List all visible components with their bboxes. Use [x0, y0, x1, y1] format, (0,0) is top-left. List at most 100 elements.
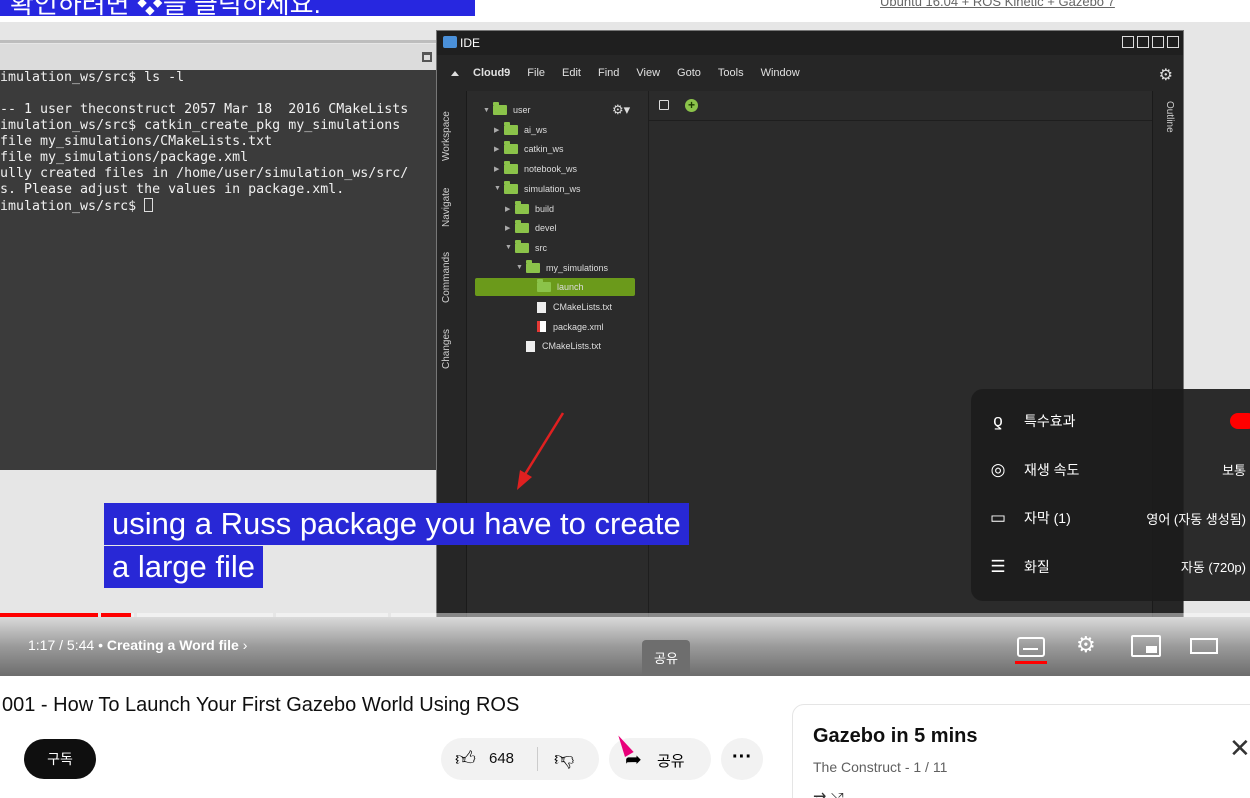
quality-icon: ☰ — [990, 556, 1006, 576]
collapse-icon[interactable] — [451, 70, 459, 76]
tab-changes[interactable]: Changes — [441, 329, 452, 369]
special-effects-toggle[interactable] — [1230, 413, 1250, 429]
settings-item[interactable]: ▭ 자막 (1) 영어 (자동 생성됨) — [971, 494, 1250, 542]
editor-tabbar: + — [649, 91, 1152, 121]
folder-icon — [504, 121, 518, 135]
terminal-line: imulation_ws/src$ catkin_create_pkg my_s… — [0, 118, 401, 133]
tree-item[interactable]: CMakeLists.txt — [527, 298, 612, 316]
tree-item[interactable]: ▼ src — [505, 239, 547, 257]
settings-item[interactable]: ◎ 재생 속도 보통 — [971, 446, 1250, 494]
window-icon[interactable] — [659, 100, 669, 110]
close-icon[interactable] — [1167, 36, 1179, 48]
chevron-down-icon[interactable]: ▼ — [505, 244, 515, 251]
chapter-title[interactable]: Creating a Word file — [107, 637, 239, 653]
tree-item[interactable]: launch — [475, 278, 635, 297]
file-icon — [537, 301, 546, 313]
terminal-line: -- 1 user theconstruct 2057 Mar 18 2016 … — [0, 102, 409, 117]
chevron-right-icon[interactable]: ▶ — [505, 205, 515, 213]
tab-outline[interactable]: Outline — [1164, 101, 1175, 133]
chevron-down-icon[interactable]: ▼ — [494, 185, 504, 192]
tree-item-label: package.xml — [553, 321, 604, 332]
close-icon[interactable]: ✕ — [1229, 733, 1250, 764]
restore-icon[interactable] — [1122, 36, 1134, 48]
chevron-right-icon[interactable]: ▶ — [494, 126, 504, 134]
tab-workspace[interactable]: Workspace — [441, 111, 452, 161]
red-arrow-annotation — [517, 412, 565, 490]
caption-line-2: a large file — [104, 546, 264, 588]
tree-item[interactable]: ▼ user — [483, 101, 531, 119]
menu-find[interactable]: Find — [598, 67, 619, 79]
settings-item[interactable]: ☰ 화질 자동 (720p) — [971, 543, 1250, 591]
menu-cloud9[interactable]: Cloud9 — [473, 67, 510, 79]
theater-mode-icon[interactable] — [1190, 638, 1218, 654]
tree-item[interactable]: ▶ ai_ws — [494, 121, 547, 139]
like-icon[interactable]: 👍︎ — [455, 747, 476, 771]
ide-title: IDE — [460, 36, 481, 50]
minimize-icon[interactable] — [1137, 36, 1149, 48]
chevron-right-icon[interactable]: › — [243, 637, 248, 653]
terminal-cursor — [144, 198, 154, 212]
chevron-right-icon[interactable]: ▶ — [505, 224, 515, 232]
maximize-icon[interactable] — [1152, 36, 1164, 48]
tree-item-label: CMakeLists.txt — [553, 302, 613, 312]
chevron-down-icon[interactable]: ▼ — [483, 107, 493, 114]
slide-banner: 확인하려면 ❖을 클릭하세요. — [0, 0, 475, 16]
tab-commands[interactable]: Commands — [441, 252, 452, 303]
chevron-right-icon[interactable]: ▶ — [494, 145, 504, 153]
miniplayer-icon[interactable] — [1131, 635, 1161, 657]
video-player[interactable]: 확인하려면 ❖을 클릭하세요. Ubuntu 16.04 + ROS Kinet… — [0, 0, 1250, 676]
tree-settings-icon[interactable]: ⚙▾ — [612, 102, 630, 118]
menu-file[interactable]: File — [527, 67, 545, 79]
ide-titlebar: IDE — [437, 31, 1183, 55]
gear-icon[interactable]: ⚙ — [1159, 65, 1173, 85]
folder-icon — [504, 161, 518, 175]
file-tree: ⚙▾ ▼ user ▶ ai_ws ▶ catkin_ws ▶ notebook_ws ▼ sim… — [467, 91, 649, 629]
subtitles-icon[interactable] — [1017, 637, 1045, 657]
menu-window[interactable]: Window — [761, 67, 800, 79]
slide-top-right-text: Ubuntu 16.04 + ROS Kinetic + Gazebo 7 — [880, 0, 1115, 9]
menu-edit[interactable]: Edit — [562, 67, 581, 79]
cloud9-logo-icon — [443, 36, 457, 48]
folder-icon — [537, 279, 551, 293]
tree-item[interactable]: ▶ build — [505, 200, 554, 218]
file-icon — [537, 321, 546, 333]
terminal: imulation_ws/src$ ls -l -- 1 user thecons… — [0, 70, 436, 470]
settings-gear-icon[interactable]: ⚙ — [1076, 632, 1096, 658]
terminal-line: file my_simulations/package.xml — [0, 150, 249, 165]
progress-bar[interactable] — [0, 613, 1250, 617]
share-label: 공유 — [657, 753, 685, 770]
menu-tools[interactable]: Tools — [718, 67, 744, 79]
folder-icon — [515, 220, 529, 234]
tree-item[interactable]: ▼ simulation_ws — [494, 180, 581, 198]
like-count[interactable]: 648 — [489, 750, 514, 767]
chevron-down-icon[interactable]: ▼ — [516, 264, 526, 271]
subscribe-button[interactable]: 구독 — [24, 739, 96, 779]
file-icon — [526, 340, 535, 352]
tree-item[interactable]: ▶ devel — [505, 219, 557, 237]
playlist-title[interactable]: Gazebo in 5 mins — [813, 725, 977, 748]
settings-item-value: 보통 — [1222, 463, 1246, 478]
tree-item-label: CMakeLists.txt — [542, 341, 602, 352]
add-tab-icon[interactable]: + — [685, 99, 698, 112]
tree-item[interactable]: package.xml — [527, 318, 604, 336]
tree-item[interactable]: CMakeLists.txt — [516, 337, 601, 355]
more-actions-button[interactable]: ··· — [721, 738, 763, 780]
chevron-right-icon[interactable]: ▶ — [494, 165, 504, 173]
settings-item[interactable]: ƍ 특수효과 — [971, 397, 1250, 445]
tree-item[interactable]: ▶ notebook_ws — [494, 160, 577, 178]
share-tooltip: 공유 — [642, 640, 690, 676]
loop-shuffle-icons[interactable]: ⇄ ⤭ — [813, 789, 844, 798]
settings-item-value: 자동 (720p) — [1180, 560, 1246, 575]
terminal-line: ully created files in /home/user/simulat… — [0, 166, 409, 181]
playback-speed-icon: ◎ — [990, 459, 1006, 479]
tree-item[interactable]: ▼ my_simulations — [516, 259, 608, 277]
menu-goto[interactable]: Goto — [677, 67, 701, 79]
folder-icon — [515, 200, 529, 214]
tree-item[interactable]: ▶ catkin_ws — [494, 140, 564, 158]
menu-view[interactable]: View — [636, 67, 660, 79]
dislike-icon[interactable]: 👎︎ — [554, 747, 574, 771]
chapter-divider — [388, 613, 391, 617]
like-dislike-group: 👍︎ 648 👎︎ — [441, 738, 599, 780]
tab-navigate[interactable]: Navigate — [441, 188, 452, 227]
tree-item-label: devel — [535, 223, 557, 234]
